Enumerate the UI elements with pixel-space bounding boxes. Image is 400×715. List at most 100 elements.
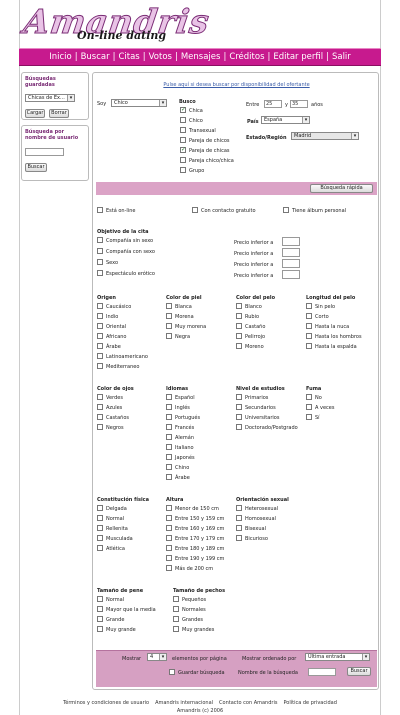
footer-link[interactable]: Política de privacidad: [283, 700, 336, 706]
soy-select[interactable]: Chico ▾: [111, 99, 167, 107]
footer-link[interactable]: Amandris internacional: [155, 700, 213, 706]
filter-checkbox[interactable]: [97, 333, 103, 339]
nav-item[interactable]: Votos: [149, 52, 172, 62]
busco-checkbox[interactable]: [180, 127, 186, 133]
price-input[interactable]: [282, 248, 300, 257]
filter-checkbox[interactable]: [236, 535, 242, 541]
objective-checkbox[interactable]: [97, 237, 103, 243]
nav-item[interactable]: Buscar: [81, 52, 110, 62]
filter-checkbox[interactable]: [236, 313, 242, 319]
objective-checkbox[interactable]: [97, 248, 103, 254]
filter-checkbox[interactable]: [306, 414, 312, 420]
filter-checkbox[interactable]: [97, 596, 103, 602]
busco-checkbox[interactable]: [180, 106, 186, 113]
filter-checkbox[interactable]: [166, 394, 172, 400]
filter-checkbox[interactable]: [166, 434, 172, 440]
filter-checkbox[interactable]: [97, 424, 103, 430]
save-search-checkbox[interactable]: [169, 669, 175, 675]
filter-checkbox[interactable]: [306, 313, 312, 319]
filter-checkbox[interactable]: [306, 343, 312, 349]
filter-checkbox[interactable]: [306, 394, 312, 400]
filter-checkbox[interactable]: [166, 323, 172, 329]
filter-checkbox[interactable]: [97, 515, 103, 521]
filter-checkbox[interactable]: [236, 343, 242, 349]
filter-checkbox[interactable]: [173, 606, 179, 612]
filter-checkbox[interactable]: [97, 616, 103, 622]
filter-checkbox[interactable]: [236, 424, 242, 430]
nav-item[interactable]: Citas: [118, 52, 139, 62]
flag-checkbox[interactable]: [192, 207, 198, 213]
filter-checkbox[interactable]: [97, 363, 103, 369]
age-from-input[interactable]: 25: [264, 100, 282, 108]
filter-checkbox[interactable]: [166, 535, 172, 541]
filter-checkbox[interactable]: [166, 333, 172, 339]
filter-checkbox[interactable]: [236, 505, 242, 511]
filter-checkbox[interactable]: [236, 303, 242, 309]
filter-checkbox[interactable]: [166, 474, 172, 480]
nav-item[interactable]: Inicio: [49, 52, 72, 62]
filter-checkbox[interactable]: [166, 454, 172, 460]
logo[interactable]: Amandris On-line dating: [21, 2, 222, 44]
filter-checkbox[interactable]: [236, 404, 242, 410]
filter-checkbox[interactable]: [166, 515, 172, 521]
filter-checkbox[interactable]: [97, 525, 103, 531]
filter-checkbox[interactable]: [97, 404, 103, 410]
footer-link[interactable]: Contacto con Amandris: [219, 700, 277, 706]
nav-item[interactable]: Salir: [332, 52, 351, 62]
filter-checkbox[interactable]: [166, 525, 172, 531]
availability-link[interactable]: Pulse aquí si desea buscar por disponibi…: [93, 82, 380, 88]
nav-item[interactable]: Editar perfil: [273, 52, 323, 62]
filter-checkbox[interactable]: [97, 505, 103, 511]
filter-checkbox[interactable]: [166, 424, 172, 430]
name-search-button[interactable]: Buscar: [25, 163, 47, 172]
per-page-select[interactable]: 4 ▾: [147, 653, 167, 661]
filter-checkbox[interactable]: [173, 596, 179, 602]
objective-checkbox[interactable]: [97, 259, 103, 265]
filter-checkbox[interactable]: [97, 303, 103, 309]
price-input[interactable]: [282, 270, 300, 279]
filter-checkbox[interactable]: [166, 464, 172, 470]
quick-search-button[interactable]: Búsqueda rápida: [310, 184, 373, 193]
filter-checkbox[interactable]: [306, 303, 312, 309]
busco-checkbox[interactable]: [180, 167, 186, 173]
filter-checkbox[interactable]: [97, 353, 103, 359]
filter-checkbox[interactable]: [306, 404, 312, 410]
filter-checkbox[interactable]: [166, 505, 172, 511]
search-button[interactable]: Buscar: [347, 667, 371, 676]
filter-checkbox[interactable]: [97, 394, 103, 400]
age-to-input[interactable]: 35: [290, 100, 308, 108]
delete-button[interactable]: Borrar: [49, 109, 69, 118]
filter-checkbox[interactable]: [97, 323, 103, 329]
nav-item[interactable]: Créditos: [229, 52, 264, 62]
filter-checkbox[interactable]: [97, 545, 103, 551]
filter-checkbox[interactable]: [166, 444, 172, 450]
filter-checkbox[interactable]: [97, 535, 103, 541]
filter-checkbox[interactable]: [236, 323, 242, 329]
filter-checkbox[interactable]: [97, 343, 103, 349]
saved-search-select[interactable]: Chicas de Ex... ▾: [25, 94, 75, 102]
filter-checkbox[interactable]: [97, 606, 103, 612]
country-select[interactable]: España ▾: [261, 116, 310, 124]
objective-checkbox[interactable]: [97, 270, 103, 276]
filter-checkbox[interactable]: [236, 333, 242, 339]
filter-checkbox[interactable]: [236, 515, 242, 521]
price-input[interactable]: [282, 259, 300, 268]
filter-checkbox[interactable]: [236, 394, 242, 400]
filter-checkbox[interactable]: [166, 303, 172, 309]
busco-checkbox[interactable]: [180, 157, 186, 163]
filter-checkbox[interactable]: [236, 414, 242, 420]
order-select[interactable]: Última entrada ▾: [305, 653, 370, 661]
busco-checkbox[interactable]: [180, 146, 186, 153]
filter-checkbox[interactable]: [166, 414, 172, 420]
filter-checkbox[interactable]: [306, 333, 312, 339]
filter-checkbox[interactable]: [173, 626, 179, 632]
filter-checkbox[interactable]: [97, 414, 103, 420]
filter-checkbox[interactable]: [173, 616, 179, 622]
search-name-input[interactable]: [308, 668, 336, 676]
region-select[interactable]: Madrid ▾: [291, 132, 359, 140]
filter-checkbox[interactable]: [166, 313, 172, 319]
filter-checkbox[interactable]: [166, 404, 172, 410]
load-button[interactable]: Cargar: [25, 109, 45, 118]
filter-checkbox[interactable]: [166, 545, 172, 551]
filter-checkbox[interactable]: [166, 555, 172, 561]
